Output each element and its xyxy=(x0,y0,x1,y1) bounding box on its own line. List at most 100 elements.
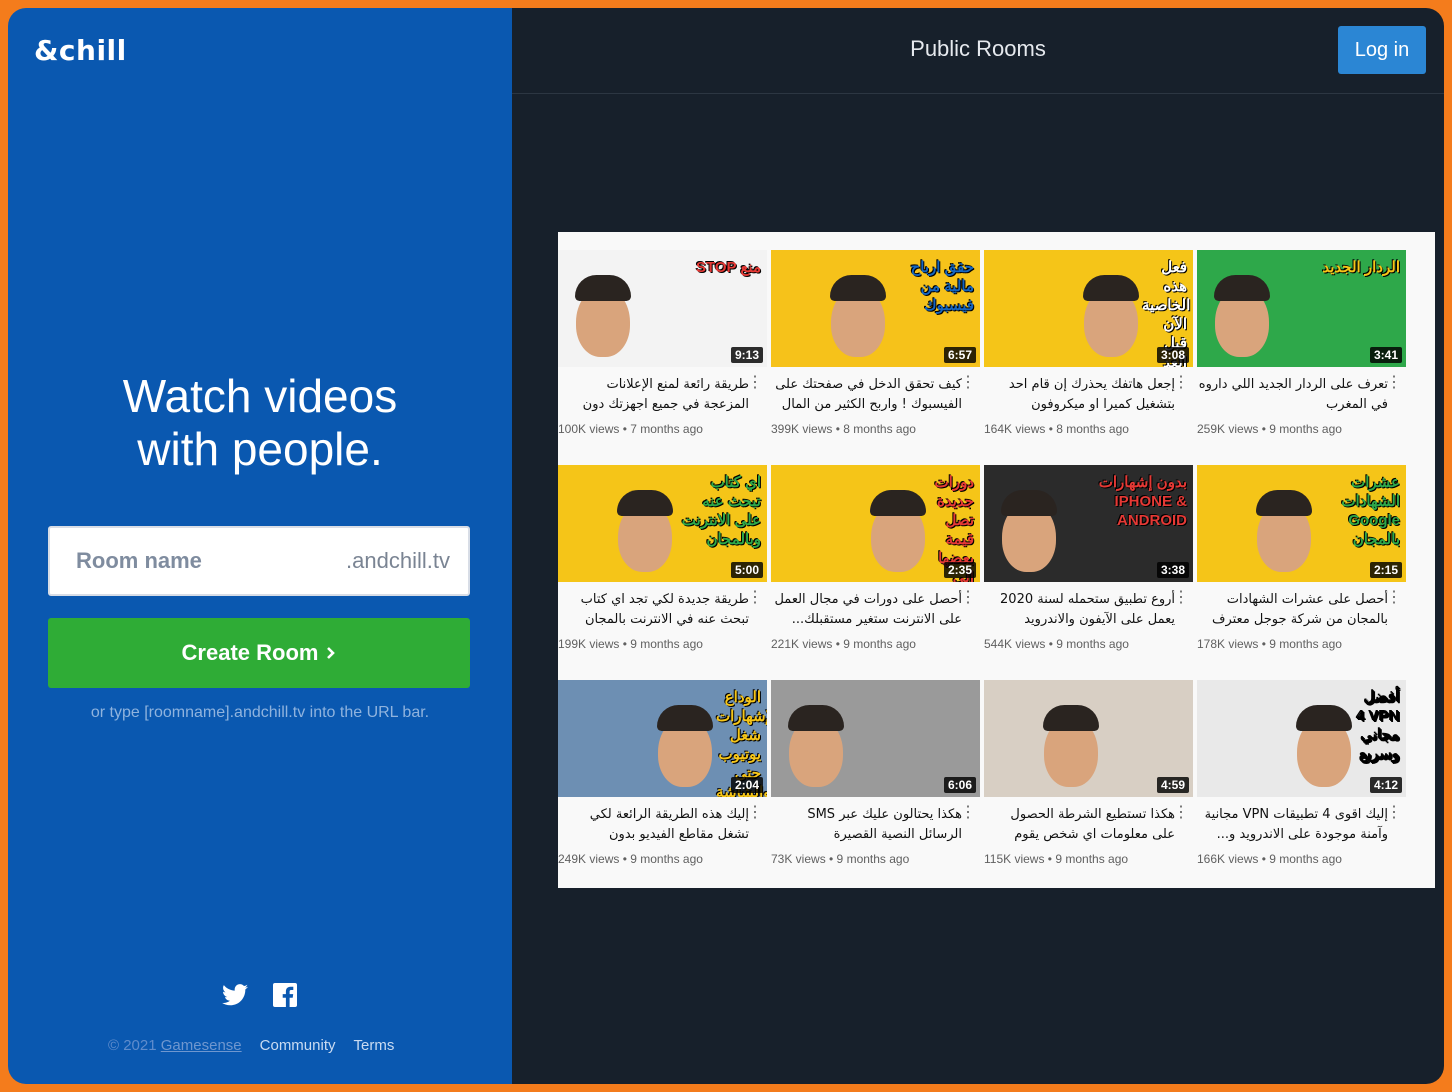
more-options-icon[interactable]: ⋮ xyxy=(1386,805,1402,821)
video-thumbnail[interactable]: دورات جديدة تصل قيمة بعضها إلى ازيد من 1… xyxy=(771,465,980,582)
video-duration: 3:08 xyxy=(1156,347,1189,363)
video-duration: 9:13 xyxy=(730,347,763,363)
twitter-icon[interactable] xyxy=(222,982,248,1008)
video-card[interactable]: اي كتاب تبحث عنه على الانترنت وبالمجان 5… xyxy=(558,465,771,680)
video-title[interactable]: تعرف على الردار الجديد اللي داروه في الم… xyxy=(1197,375,1388,415)
thumbnail-caption: اي كتاب تبحث عنه على الانترنت وبالمجان xyxy=(681,474,761,548)
video-title[interactable]: طريقة رائعة لمنع الإعلانات المزعجة في جم… xyxy=(558,375,749,415)
video-title[interactable]: أحصل على دورات في مجال العمل على الانترن… xyxy=(771,590,962,630)
video-thumbnail[interactable]: اي كتاب تبحث عنه على الانترنت وبالمجان 5… xyxy=(558,465,767,582)
video-stats: 166K views • 9 months ago xyxy=(1197,852,1342,866)
video-meta: أحصل على عشرات الشهادات بالمجان من شركة … xyxy=(1197,582,1406,652)
more-options-icon[interactable]: ⋮ xyxy=(1173,805,1189,821)
top-bar: Public Rooms Log in xyxy=(512,8,1444,94)
video-card[interactable]: فعل هذه الخاصية الآن قبل الغد 3:08 إجعل … xyxy=(984,250,1197,465)
video-duration: 2:04 xyxy=(730,777,763,793)
video-stats: 73K views • 9 months ago xyxy=(771,852,910,866)
company-link[interactable]: Gamesense xyxy=(161,1037,242,1054)
video-card[interactable]: دورات جديدة تصل قيمة بعضها إلى ازيد من 1… xyxy=(771,465,984,680)
video-card[interactable]: الوداع للإشهارات شغل يوتيوب حتى والشاشة … xyxy=(558,680,771,895)
video-title[interactable]: إجعل هاتفك يحذرك إن قام احد بتشغيل كميرا… xyxy=(984,375,1175,415)
video-duration: 6:57 xyxy=(943,347,976,363)
page-title: Public Rooms xyxy=(910,36,1046,61)
video-meta: أحصل على دورات في مجال العمل على الانترن… xyxy=(771,582,980,652)
video-thumbnail[interactable]: أفضل 4 VPN مجاني وسريع 4:12 xyxy=(1197,680,1406,797)
video-meta: هكذا يحتالون عليك عبر SMS الرسائل النصية… xyxy=(771,797,980,867)
video-duration: 4:59 xyxy=(1156,777,1189,793)
thumbnail-caption: عشرات الشهادات Google بالمجان xyxy=(1341,474,1400,548)
video-duration: 6:06 xyxy=(943,777,976,793)
more-options-icon[interactable]: ⋮ xyxy=(1386,375,1402,391)
create-room-button[interactable]: Create Room xyxy=(48,618,470,688)
video-title[interactable]: أحصل على عشرات الشهادات بالمجان من شركة … xyxy=(1197,590,1388,630)
social-links xyxy=(8,982,512,1008)
video-title[interactable]: إليك اقوى 4 تطبيقات VPN مجانية وآمنة موج… xyxy=(1197,805,1388,845)
thumbnail-caption: STOP منع xyxy=(695,259,761,276)
login-button[interactable]: Log in xyxy=(1338,26,1426,74)
community-link[interactable]: Community xyxy=(260,1037,336,1054)
video-thumbnail[interactable]: STOP منع 9:13 xyxy=(558,250,767,367)
more-options-icon[interactable]: ⋮ xyxy=(960,375,976,391)
video-meta: طريقة جديدة لكي تجد اي كتاب تبحث عنه في … xyxy=(558,582,767,652)
video-thumbnail[interactable]: 4:59 xyxy=(984,680,1193,797)
video-card[interactable]: 6:06 هكذا يحتالون عليك عبر SMS الرسائل ا… xyxy=(771,680,984,895)
video-duration: 3:38 xyxy=(1156,562,1189,578)
thumbnail-caption: حقق ارباح مالية من فيسبوك xyxy=(910,259,974,314)
headline-line-2: with people. xyxy=(137,423,383,475)
headline: Watch videos with people. xyxy=(8,370,512,476)
video-duration: 2:15 xyxy=(1369,562,1402,578)
video-thumbnail[interactable]: 6:06 xyxy=(771,680,980,797)
more-options-icon[interactable]: ⋮ xyxy=(1173,590,1189,606)
more-options-icon[interactable]: ⋮ xyxy=(747,590,763,606)
video-card[interactable]: 4:59 هكذا تستطيع الشرطة الحصول على معلوم… xyxy=(984,680,1197,895)
video-stats: 221K views • 9 months ago xyxy=(771,637,916,651)
video-meta: أروع تطبيق ستحمله لسنة 2020 يعمل على الآ… xyxy=(984,582,1193,652)
video-preview: STOP منع 9:13 طريقة رائعة لمنع الإعلانات… xyxy=(558,232,1435,888)
video-thumbnail[interactable]: الوداع للإشهارات شغل يوتيوب حتى والشاشة … xyxy=(558,680,767,797)
left-panel: &chill Watch videos with people. .andchi… xyxy=(8,8,512,1084)
video-card[interactable]: الردار الجديد 3:41 تعرف على الردار الجدي… xyxy=(1197,250,1410,465)
footer: © 2021 Gamesense Community Terms xyxy=(108,1037,394,1054)
more-options-icon[interactable]: ⋮ xyxy=(747,375,763,391)
thumbnail-caption: بدون إشهارات IPHONE & ANDROID xyxy=(1098,474,1187,529)
video-title[interactable]: هكذا تستطيع الشرطة الحصول على معلومات اي… xyxy=(984,805,1175,845)
video-thumbnail[interactable]: حقق ارباح مالية من فيسبوك 6:57 xyxy=(771,250,980,367)
app-frame: &chill Watch videos with people. .andchi… xyxy=(8,8,1444,1084)
video-card[interactable]: عشرات الشهادات Google بالمجان 2:15 أحصل … xyxy=(1197,465,1410,680)
video-title[interactable]: إليك هذه الطريقة الرائعة لكي تشغل مقاطع … xyxy=(558,805,749,845)
right-panel: Public Rooms Log in STOP منع 9:13 طريقة … xyxy=(512,8,1444,1084)
video-stats: 259K views • 9 months ago xyxy=(1197,422,1342,436)
video-title[interactable]: كيف تحقق الدخل في صفحتك على الفيسبوك ! و… xyxy=(771,375,962,415)
more-options-icon[interactable]: ⋮ xyxy=(1386,590,1402,606)
copyright-year: © 2021 xyxy=(108,1037,157,1054)
video-thumbnail[interactable]: الردار الجديد 3:41 xyxy=(1197,250,1406,367)
more-options-icon[interactable]: ⋮ xyxy=(1173,375,1189,391)
video-card[interactable]: بدون إشهارات IPHONE & ANDROID 3:38 أروع … xyxy=(984,465,1197,680)
video-duration: 4:12 xyxy=(1369,777,1402,793)
headline-line-1: Watch videos xyxy=(122,370,398,422)
video-card[interactable]: حقق ارباح مالية من فيسبوك 6:57 كيف تحقق … xyxy=(771,250,984,465)
room-domain-suffix: .andchill.tv xyxy=(346,548,450,573)
facebook-icon[interactable] xyxy=(272,982,298,1008)
video-stats: 115K views • 9 months ago xyxy=(984,852,1129,866)
video-thumbnail[interactable]: فعل هذه الخاصية الآن قبل الغد 3:08 xyxy=(984,250,1193,367)
room-name-field[interactable]: .andchill.tv xyxy=(48,526,470,596)
video-meta: إجعل هاتفك يحذرك إن قام احد بتشغيل كميرا… xyxy=(984,367,1193,437)
video-thumbnail[interactable]: عشرات الشهادات Google بالمجان 2:15 xyxy=(1197,465,1406,582)
video-card[interactable]: أفضل 4 VPN مجاني وسريع 4:12 إليك اقوى 4 … xyxy=(1197,680,1410,895)
video-title[interactable]: هكذا يحتالون عليك عبر SMS الرسائل النصية… xyxy=(771,805,962,845)
more-options-icon[interactable]: ⋮ xyxy=(747,805,763,821)
video-stats: 199K views • 9 months ago xyxy=(558,637,703,651)
video-duration: 5:00 xyxy=(730,562,763,578)
room-name-input[interactable] xyxy=(76,548,296,574)
video-card[interactable]: STOP منع 9:13 طريقة رائعة لمنع الإعلانات… xyxy=(558,250,771,465)
terms-link[interactable]: Terms xyxy=(354,1037,395,1054)
logo[interactable]: &chill xyxy=(34,34,127,67)
video-duration: 2:35 xyxy=(943,562,976,578)
more-options-icon[interactable]: ⋮ xyxy=(960,805,976,821)
video-title[interactable]: طريقة جديدة لكي تجد اي كتاب تبحث عنه في … xyxy=(558,590,749,630)
thumbnail-caption: أفضل 4 VPN مجاني وسريع xyxy=(1356,689,1400,763)
more-options-icon[interactable]: ⋮ xyxy=(960,590,976,606)
video-thumbnail[interactable]: بدون إشهارات IPHONE & ANDROID 3:38 xyxy=(984,465,1193,582)
video-title[interactable]: أروع تطبيق ستحمله لسنة 2020 يعمل على الآ… xyxy=(984,590,1175,630)
